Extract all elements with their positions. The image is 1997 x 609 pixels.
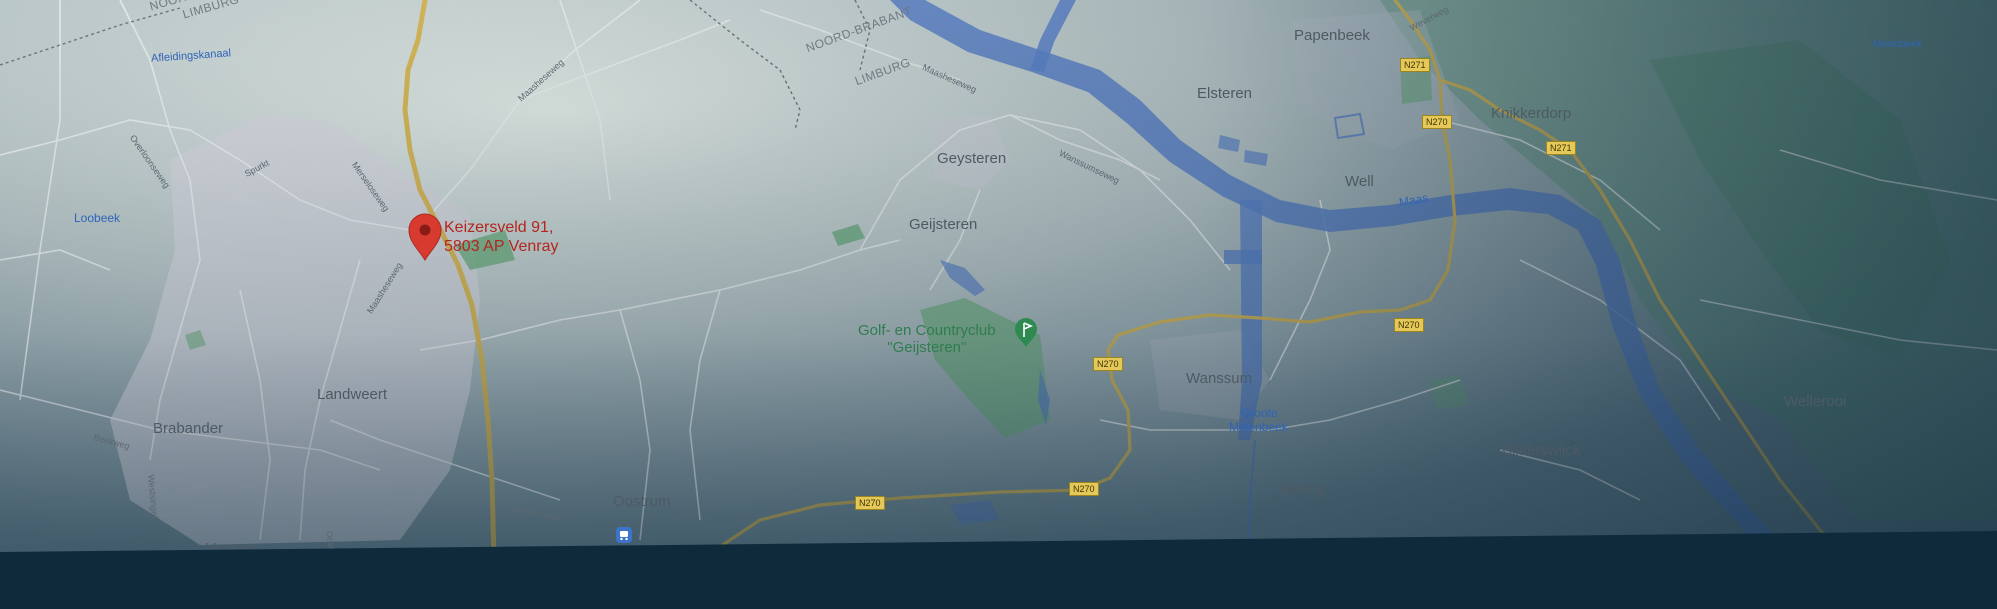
place-label-papenbeek: Papenbeek — [1294, 27, 1370, 44]
road-shield: N270 — [1422, 115, 1452, 129]
place-label-loobeek: Loobeek — [74, 211, 121, 225]
road-shield: N270 — [855, 496, 885, 510]
map-canvas[interactable] — [0, 0, 1997, 609]
address-line-2: 5803 AP Venray — [444, 238, 559, 255]
place-label-helling: Helling — [1279, 481, 1325, 498]
road-shield: N270 — [1093, 357, 1123, 371]
water-label-groote: Groote — [1241, 406, 1278, 420]
place-label-knikkerdorp: Knikkerdorp — [1491, 105, 1572, 122]
place-label-brabander: Brabander — [153, 420, 224, 437]
place-label-venray: Venray — [206, 540, 253, 557]
map-shade — [0, 0, 1997, 609]
golf-line-1: Golf- en Countryclub — [858, 322, 996, 339]
address-line-1: Keizersveld 91, — [444, 219, 554, 236]
road-shield: N271 — [1400, 58, 1430, 72]
place-label-wanssum: Wanssum — [1186, 370, 1253, 387]
place-label-geysteren: Geysteren — [937, 150, 1007, 167]
place-label-elsteren: Elsteren — [1197, 85, 1253, 102]
golf-club-label[interactable]: Golf- en Countryclub "Geijsteren" — [858, 322, 996, 356]
place-label-well: Well — [1345, 173, 1374, 190]
place-label-landweert: Landweert — [317, 386, 388, 403]
golf-line-2: "Geijsteren" — [887, 339, 967, 356]
water-label-molenbeek: Molenbeek — [1229, 420, 1288, 434]
marker-address-label[interactable]: Keizersveld 91, 5803 AP Venray — [444, 218, 558, 256]
bus-stop-marker[interactable] — [616, 527, 632, 543]
road-shield: N271 — [1546, 141, 1576, 155]
road-shield: N270 — [1069, 482, 1099, 496]
place-label-oostrum: Oostrum — [613, 493, 671, 510]
road-shield: N270 — [1394, 318, 1424, 332]
water-label-molenbeek-right: Molenbeek — [1873, 39, 1922, 50]
place-label-blitterswijck: Blitterswijck — [1502, 442, 1581, 459]
place-label-geijsteren: Geijsteren — [909, 216, 978, 233]
place-label-wellerooi: Wellerooi — [1784, 393, 1847, 410]
